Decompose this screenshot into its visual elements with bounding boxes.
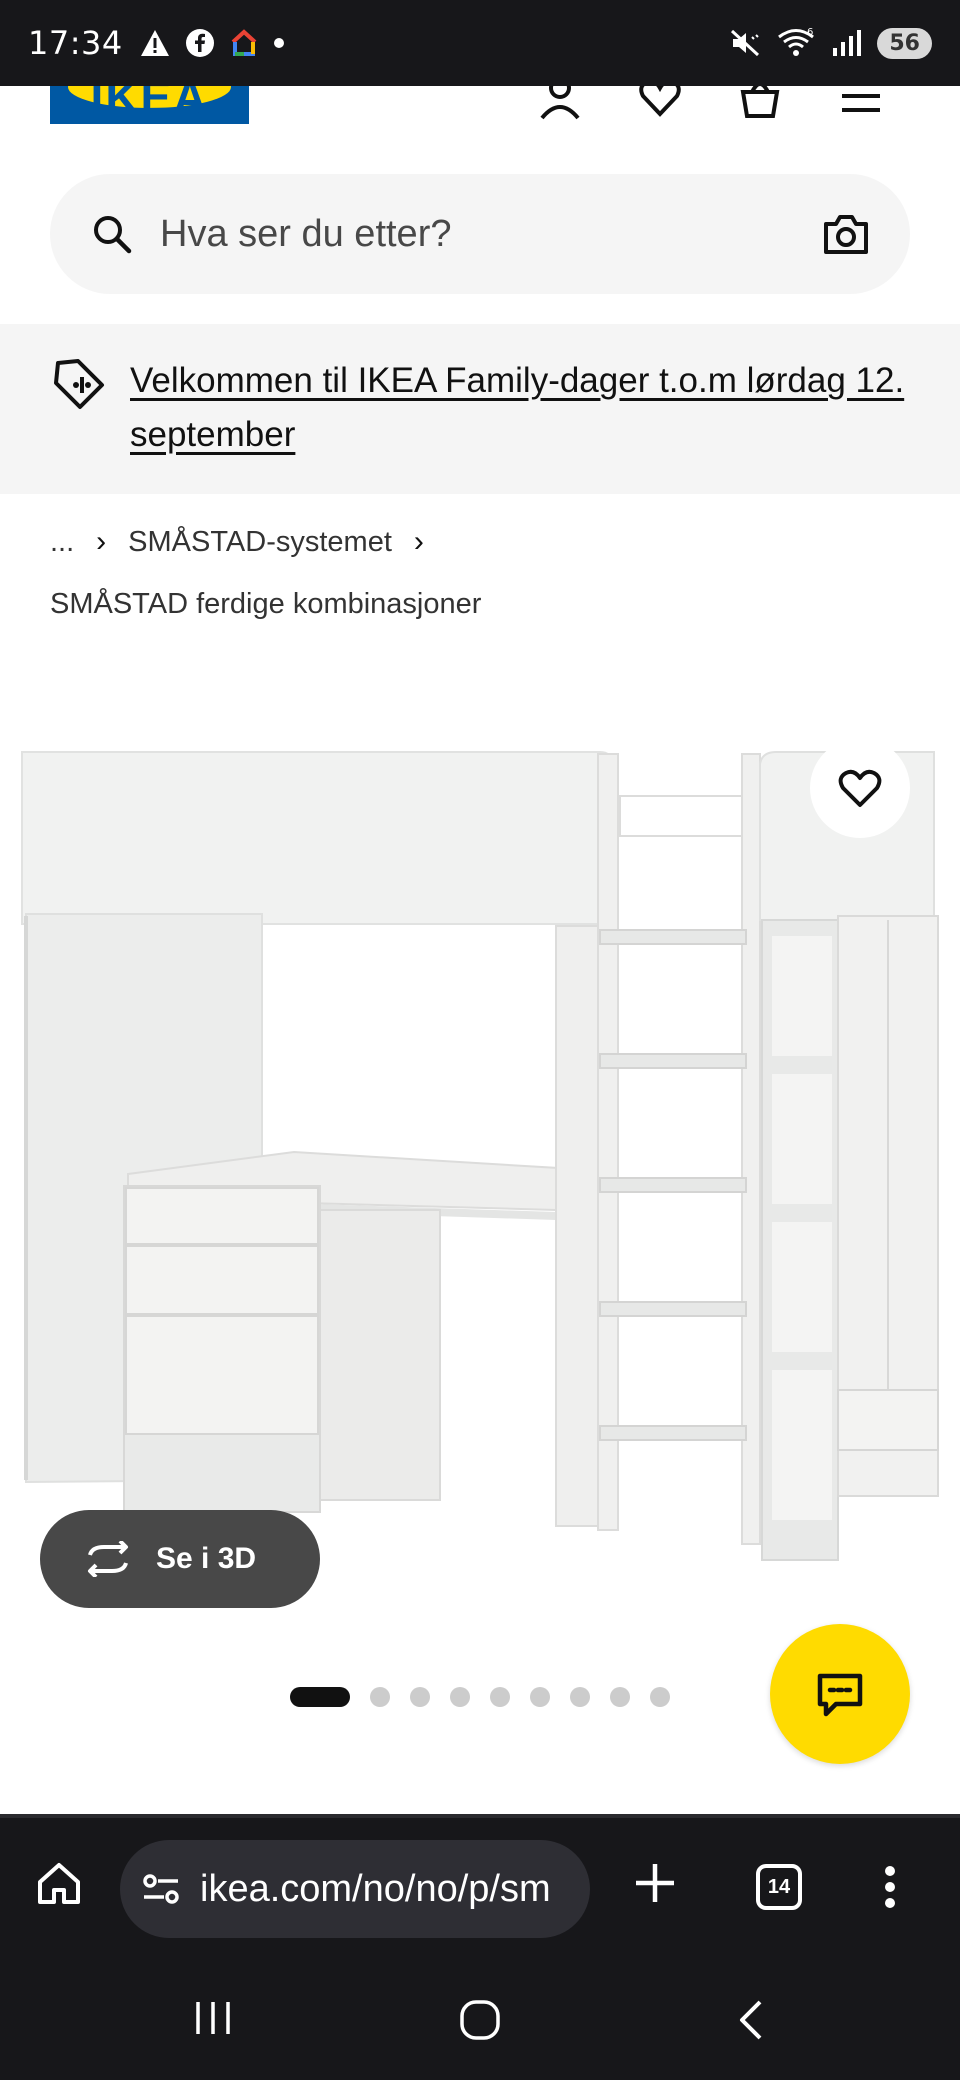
more-menu-icon[interactable] xyxy=(880,1864,900,1910)
carousel-dot[interactable] xyxy=(450,1687,470,1707)
notification-icons xyxy=(139,28,285,58)
breadcrumb-ellipsis[interactable]: ... xyxy=(50,526,74,559)
breadcrumb-current[interactable]: SMÅSTAD ferdige kombinasjoner xyxy=(50,588,481,621)
camera-search-icon[interactable] xyxy=(822,212,870,256)
favorite-button[interactable] xyxy=(810,738,910,838)
address-bar[interactable]: ikea.com/no/no/p/sm xyxy=(120,1840,590,1938)
site-header: IKEA xyxy=(0,86,960,124)
battery-indicator: 56 xyxy=(877,27,932,59)
site-settings-icon[interactable] xyxy=(142,1873,180,1905)
search-icon xyxy=(94,216,132,254)
facebook-icon xyxy=(185,29,214,57)
carousel-indicator xyxy=(290,1687,670,1707)
wishlist-heart-icon[interactable] xyxy=(637,86,683,120)
search-bar[interactable]: Hva ser du etter? xyxy=(50,174,910,294)
carousel-dot[interactable] xyxy=(570,1687,590,1707)
wifi-icon: 6 xyxy=(778,27,815,56)
url-text[interactable]: ikea.com/no/no/p/sm xyxy=(200,1868,551,1911)
home-icon[interactable] xyxy=(36,1860,82,1906)
signal-icon xyxy=(833,30,862,56)
chevron-right-icon: › xyxy=(96,525,107,558)
view-3d-label: Se i 3D xyxy=(156,1542,257,1575)
chat-icon xyxy=(817,1673,863,1717)
home-nav-icon[interactable] xyxy=(458,1998,502,2042)
rotate-3d-icon xyxy=(88,1541,128,1577)
carousel-dot[interactable] xyxy=(410,1687,430,1707)
logo-text: IKEA xyxy=(90,86,209,123)
product-image[interactable] xyxy=(0,740,960,1620)
warning-icon xyxy=(140,30,169,56)
family-tag-icon xyxy=(54,359,104,409)
promo-link[interactable]: Velkommen til IKEA Family-dager t.o.m lø… xyxy=(130,354,910,462)
ikea-logo[interactable]: IKEA xyxy=(50,86,249,124)
heart-icon xyxy=(838,769,882,807)
new-tab-icon[interactable] xyxy=(632,1860,678,1906)
cart-bag-icon[interactable] xyxy=(737,86,783,120)
carousel-dot[interactable] xyxy=(650,1687,670,1707)
promo-banner[interactable]: Velkommen til IKEA Family-dager t.o.m lø… xyxy=(0,324,960,494)
search-input[interactable]: Hva ser du etter? xyxy=(160,213,822,256)
back-icon[interactable] xyxy=(734,1998,766,2042)
tab-switcher-button[interactable]: 14 xyxy=(756,1864,802,1910)
status-time: 17:34 xyxy=(28,24,123,62)
carousel-dot[interactable] xyxy=(490,1687,510,1707)
chat-button[interactable] xyxy=(770,1624,910,1764)
status-bar: 17:34 6 56 xyxy=(0,0,960,86)
carousel-dot[interactable] xyxy=(610,1687,630,1707)
breadcrumb-parent-link[interactable]: SMÅSTAD-systemet xyxy=(128,526,392,559)
system-navigation-bar xyxy=(0,1960,960,2080)
breadcrumb: ... › SMÅSTAD-systemet › xyxy=(50,525,424,559)
google-home-icon xyxy=(231,29,257,56)
recent-apps-icon[interactable] xyxy=(192,1998,234,2038)
browser-toolbar: ikea.com/no/no/p/sm 14 xyxy=(0,1818,960,1960)
account-icon[interactable] xyxy=(537,86,583,120)
chevron-right-icon: › xyxy=(413,525,424,558)
hamburger-menu-icon[interactable] xyxy=(838,86,884,120)
svg-text:6: 6 xyxy=(807,27,813,38)
dot-icon xyxy=(273,38,284,48)
carousel-dot-active[interactable] xyxy=(290,1687,350,1707)
mute-vibrate-icon xyxy=(731,29,760,57)
tab-count: 14 xyxy=(767,1875,791,1898)
carousel-dot[interactable] xyxy=(530,1687,550,1707)
carousel-dot[interactable] xyxy=(370,1687,390,1707)
view-3d-button[interactable]: Se i 3D xyxy=(40,1510,320,1608)
system-status-icons: 6 56 xyxy=(729,27,932,59)
